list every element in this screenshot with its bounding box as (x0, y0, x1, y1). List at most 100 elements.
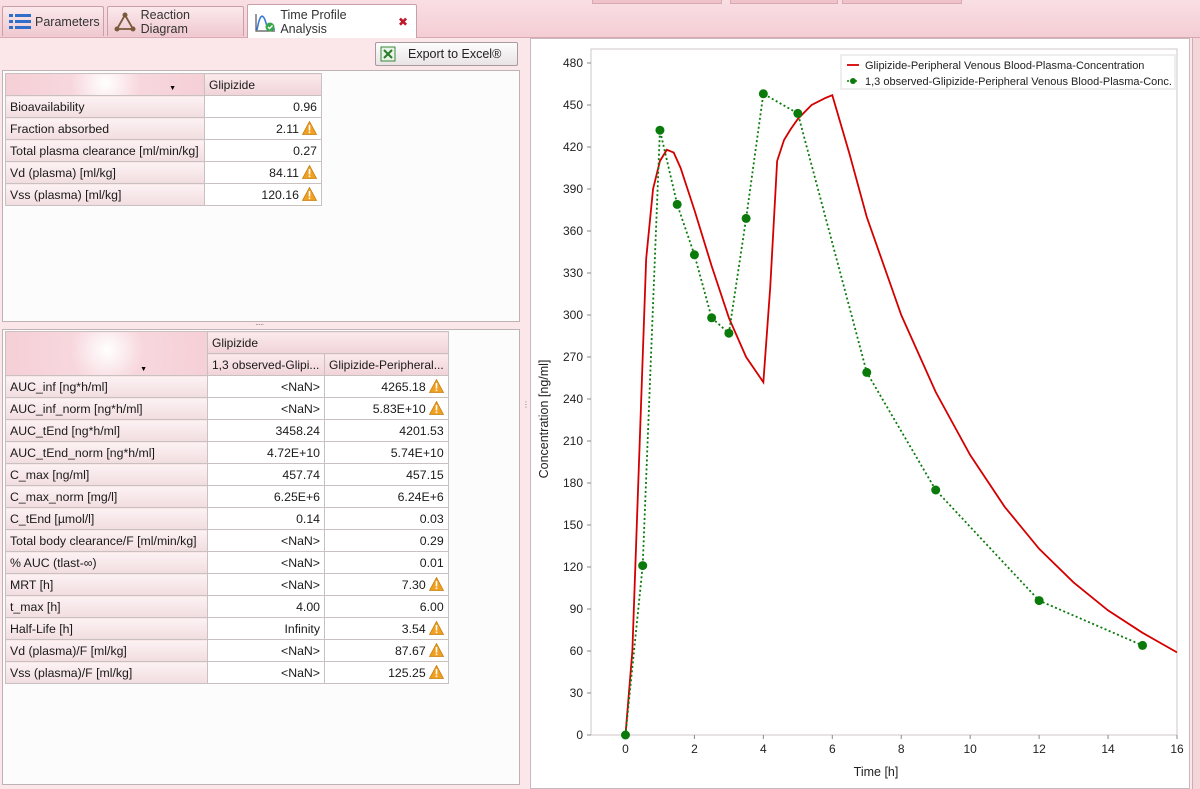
table-row: Vd (plasma)/F [ml/kg] <NaN> 87.67 (5, 639, 449, 662)
simulated-value-cell[interactable]: 5.74E+10 (324, 441, 449, 464)
observed-value-cell[interactable]: 4.00 (207, 595, 325, 618)
row-label: Bioavailability (5, 95, 205, 118)
simulated-value-cell[interactable]: 6.00 (324, 595, 449, 618)
table-row: Fraction absorbed 2.11 (5, 117, 322, 140)
simulated-value-cell[interactable]: 0.03 (324, 507, 449, 530)
observed-value-cell[interactable]: <NaN> (207, 639, 325, 662)
observed-point[interactable] (741, 213, 751, 223)
y-tick-label: 420 (563, 140, 583, 154)
observed-point[interactable] (1034, 596, 1044, 606)
row-label: AUC_tEnd [ng*h/ml] (5, 419, 208, 442)
observed-point[interactable] (793, 108, 803, 118)
observed-point[interactable] (638, 561, 648, 571)
x-tick-label: 8 (898, 742, 905, 756)
export-to-excel-button[interactable]: Export to Excel® (375, 42, 518, 66)
row-label: Vss (plasma)/F [ml/kg] (5, 661, 208, 684)
value-cell[interactable]: 84.11 (204, 161, 322, 184)
value-cell[interactable]: 0.96 (204, 95, 322, 118)
x-tick-label: 2 (691, 742, 698, 756)
observed-point[interactable] (707, 313, 717, 323)
row-label: C_tEnd [µmol/l] (5, 507, 208, 530)
table-row: AUC_inf_norm [ng*h/ml] <NaN> 5.83E+10 (5, 397, 449, 420)
export-label: Export to Excel® (408, 47, 502, 61)
row-label: Fraction absorbed (5, 117, 205, 140)
simulated-value-cell[interactable]: 457.15 (324, 463, 449, 486)
legend-entry: 1,3 observed-Glipizide-Peripheral Venous… (865, 76, 1172, 88)
horizontal-splitter[interactable]: ····· (255, 321, 267, 329)
tab-reaction-diagram[interactable]: Reaction Diagram (107, 6, 244, 36)
value-cell[interactable]: 0.27 (204, 139, 322, 162)
cell-value: 4.72E+10 (267, 445, 320, 460)
observed-value-cell[interactable]: 6.25E+6 (207, 485, 325, 508)
tab-time-profile-analysis[interactable]: Time Profile Analysis ✖ (247, 4, 417, 38)
observed-point[interactable] (931, 485, 941, 495)
table-row: Bioavailability 0.96 (5, 95, 322, 118)
row-label: C_max [ng/ml] (5, 463, 208, 486)
simulated-value-cell[interactable]: 3.54 (324, 617, 449, 640)
warning-icon (301, 164, 318, 179)
simulated-value-cell[interactable]: 125.25 (324, 661, 449, 684)
value-cell[interactable]: 120.16 (204, 183, 322, 206)
table-row: Vss (plasma) [ml/kg] 120.16 (5, 183, 322, 206)
y-tick-label: 150 (563, 518, 583, 532)
column-header[interactable]: Glipizide-Peripheral... (324, 353, 449, 376)
simulated-value-cell[interactable]: 0.01 (324, 551, 449, 574)
simulated-value-cell[interactable]: 4265.18 (324, 375, 449, 398)
simulated-value-cell[interactable]: 5.83E+10 (324, 397, 449, 420)
y-tick-label: 450 (563, 98, 583, 112)
y-tick-label: 330 (563, 266, 583, 280)
observed-point[interactable] (862, 367, 872, 377)
simulated-value-cell[interactable]: 6.24E+6 (324, 485, 449, 508)
simulated-value-cell[interactable]: 0.29 (324, 529, 449, 552)
table-corner-menu[interactable]: ▼ (5, 73, 205, 96)
simulated-value-cell[interactable]: 4201.53 (324, 419, 449, 442)
group-header[interactable]: Glipizide (207, 331, 449, 354)
row-label: Vd (plasma) [ml/kg] (5, 161, 205, 184)
dropdown-arrow-icon: ▼ (169, 85, 176, 92)
cell-value: 0.01 (419, 555, 444, 570)
y-tick-label: 240 (563, 392, 583, 406)
observed-value-cell[interactable]: Infinity (207, 617, 325, 640)
cell-value: 3458.24 (275, 423, 320, 438)
observed-value-cell[interactable]: <NaN> (207, 397, 325, 420)
y-tick-label: 30 (570, 686, 584, 700)
vertical-splitter[interactable]: ⋮ (522, 400, 530, 420)
table-row: C_tEnd [µmol/l] 0.14 0.03 (5, 507, 449, 530)
observed-value-cell[interactable]: <NaN> (207, 551, 325, 574)
tab-bar: Parameters Reaction Diagram Time Profile… (0, 0, 1200, 38)
x-tick-label: 16 (1170, 742, 1184, 756)
cell-value: 0.03 (419, 511, 444, 526)
observed-point[interactable] (689, 250, 699, 260)
right-scrollbar[interactable] (1192, 38, 1200, 789)
observed-point[interactable] (1138, 640, 1148, 650)
observed-value-cell[interactable]: <NaN> (207, 573, 325, 596)
value-cell[interactable]: 2.11 (204, 117, 322, 140)
simulated-value-cell[interactable]: 7.30 (324, 573, 449, 596)
y-tick-label: 300 (563, 308, 583, 322)
column-header[interactable]: 1,3 observed-Glipi... (207, 353, 325, 376)
simulated-value-cell[interactable]: 87.67 (324, 639, 449, 662)
observed-point[interactable] (620, 730, 630, 740)
observed-value-cell[interactable]: <NaN> (207, 529, 325, 552)
row-label: t_max [h] (5, 595, 208, 618)
observed-point[interactable] (655, 125, 665, 135)
observed-value-cell[interactable]: <NaN> (207, 375, 325, 398)
observed-value-cell[interactable]: 0.14 (207, 507, 325, 530)
table-corner-menu[interactable]: ▼ (5, 331, 208, 376)
column-header[interactable]: Glipizide (204, 73, 322, 96)
observed-value-cell[interactable]: 4.72E+10 (207, 441, 325, 464)
x-tick-label: 4 (760, 742, 767, 756)
warning-icon (428, 620, 444, 635)
observed-point[interactable] (724, 328, 734, 338)
close-tab-icon[interactable]: ✖ (398, 15, 408, 29)
observed-point[interactable] (758, 89, 768, 99)
observed-value-cell[interactable]: 457.74 (207, 463, 325, 486)
cell-value: 87.67 (394, 644, 426, 658)
y-tick-label: 120 (563, 560, 583, 574)
observed-value-cell[interactable]: <NaN> (207, 661, 325, 684)
y-axis-label: Concentration [ng/ml] (537, 360, 551, 479)
observed-value-cell[interactable]: 3458.24 (207, 419, 325, 442)
observed-point[interactable] (672, 199, 682, 209)
pk-parameters-panel: ▼ Glipizide Bioavailability 0.96 Fraction … (2, 70, 520, 322)
tab-parameters[interactable]: Parameters (2, 6, 104, 36)
